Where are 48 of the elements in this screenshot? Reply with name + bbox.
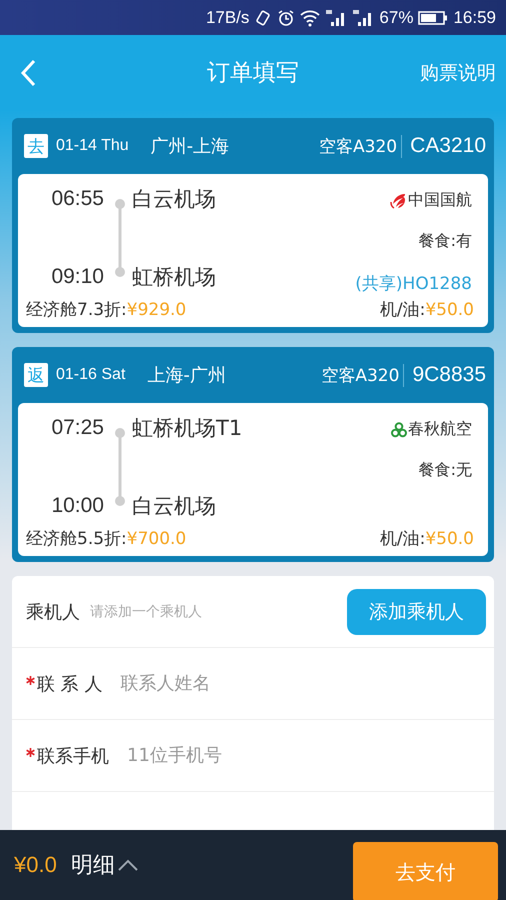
arrival-airport: 虹桥机场 (132, 264, 216, 291)
meal-info: 餐食:有 (418, 231, 472, 252)
wifi-icon (300, 8, 320, 26)
flight-date: 01-16 Sat (56, 366, 126, 384)
departure-airport: 白云机场 (132, 186, 216, 213)
meal-info: 餐食:无 (418, 460, 472, 481)
departure-airport: 虹桥机场T1 (132, 415, 242, 442)
direction-badge: 返 (24, 363, 48, 387)
field-label: 联 系 人 (37, 672, 102, 696)
caret-icon (116, 858, 139, 872)
clock-time: 16:59 (453, 8, 496, 28)
departure-time: 07:25 (50, 416, 105, 440)
tax-price: 机/油:¥50.0 (380, 299, 474, 321)
price-detail-toggle[interactable]: 明细 (70, 850, 139, 880)
ticket-info-link[interactable]: 购票说明 (420, 60, 496, 86)
fare-price: 经济舱5.5折:¥700.0 (26, 528, 186, 550)
battery-icon (418, 10, 448, 26)
codeshare-flight: (共享)HO1288 (355, 273, 472, 294)
passenger-label: 乘机人 (26, 600, 80, 624)
pay-button[interactable]: 去支付 (353, 842, 498, 900)
flight-date: 01-14 Thu (56, 137, 129, 155)
battery-percent: 67% (379, 8, 414, 28)
flight-route: 广州-上海 (150, 135, 230, 158)
airline-name: 中国国航 (408, 190, 472, 211)
vibrate-icon (254, 8, 272, 26)
flight-number: 9C8835 (412, 363, 486, 387)
total-price: ¥0.0 (14, 852, 57, 878)
aircraft-type: 空客A320 (321, 364, 404, 386)
arrival-time: 09:10 (50, 265, 105, 289)
flight-number: CA3210 (410, 134, 486, 158)
airline-name: 春秋航空 (408, 419, 472, 440)
tax-price: 机/油:¥50.0 (380, 528, 474, 550)
page-title: 订单填写 (207, 59, 299, 88)
bird-logo-icon (389, 192, 407, 210)
network-speed: 17B/s (206, 8, 250, 28)
flight-route: 上海-广州 (147, 364, 226, 387)
add-passenger-button[interactable]: 添加乘机人 (347, 588, 486, 634)
back-icon (20, 58, 36, 86)
clover-logo-icon (391, 422, 407, 438)
passenger-hint: 请添加一个乘机人 (90, 602, 202, 620)
departure-time: 06:55 (50, 187, 105, 211)
fare-price: 经济舱7.3折:¥929.0 (26, 299, 186, 321)
direction-badge: 去 (24, 134, 48, 158)
aircraft-type: 空客A320 (319, 134, 402, 158)
field-label: 联系手机 (37, 744, 109, 768)
alarm-icon (277, 8, 296, 26)
arrival-time: 10:00 (50, 494, 105, 518)
arrival-airport: 白云机场 (132, 493, 217, 520)
